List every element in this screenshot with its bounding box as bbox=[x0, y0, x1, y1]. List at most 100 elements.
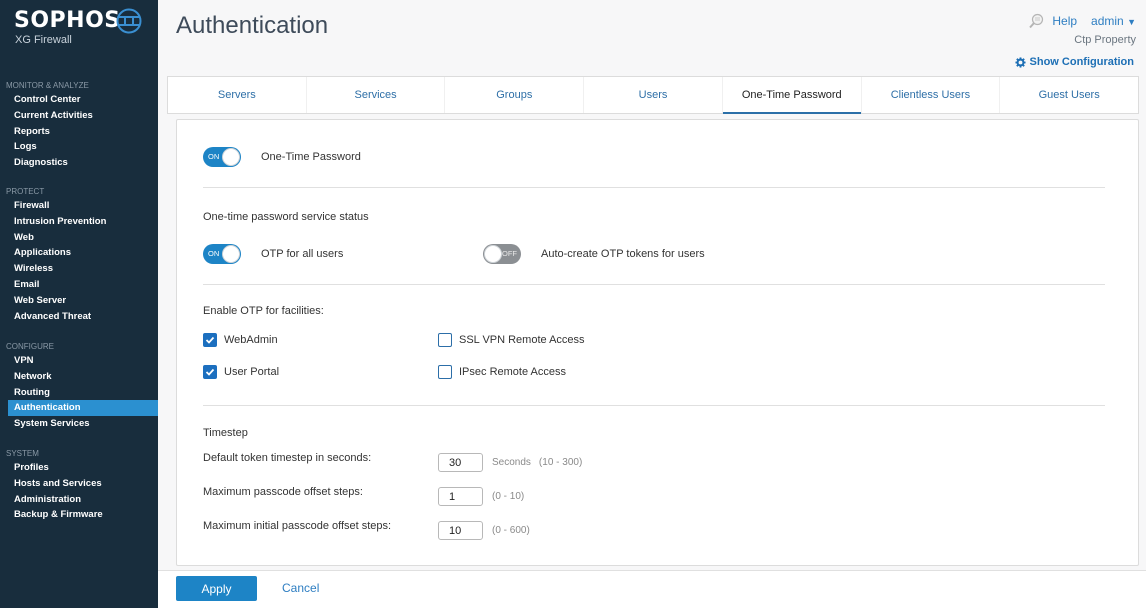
nav-section-protect: PROTECT Firewall Intrusion Prevention We… bbox=[0, 186, 158, 324]
brand-name: SOPHOS bbox=[14, 8, 121, 33]
toggle-state-label: ON bbox=[208, 249, 220, 258]
checkmark-icon bbox=[205, 368, 215, 376]
sidebar-item-vpn[interactable]: VPN bbox=[0, 353, 158, 369]
toggle-state-label: OFF bbox=[502, 249, 517, 258]
tab-services[interactable]: Services bbox=[307, 77, 446, 113]
timestep-label: Default token timestep in seconds: bbox=[203, 452, 372, 464]
nav-heading: MONITOR & ANALYZE bbox=[6, 81, 89, 90]
gear-icon bbox=[1014, 56, 1026, 68]
otp-main-label: One-Time Password bbox=[261, 151, 361, 163]
timestep-heading: Timestep bbox=[203, 427, 248, 439]
sidebar-item-intrusion-prevention[interactable]: Intrusion Prevention bbox=[0, 214, 158, 230]
nav-section-configure: CONFIGURE VPN Network Routing Authentica… bbox=[0, 341, 158, 432]
user-portal-label: User Portal bbox=[224, 366, 280, 378]
checkmark-icon bbox=[205, 336, 215, 344]
tab-groups[interactable]: Groups bbox=[445, 77, 585, 113]
sidebar-item-backup-firmware[interactable]: Backup & Firmware bbox=[0, 507, 158, 523]
tab-clientless-users[interactable]: Clientless Users bbox=[862, 77, 1001, 113]
otp-all-users-label: OTP for all users bbox=[261, 248, 344, 260]
search-help-icon[interactable] bbox=[1028, 13, 1044, 29]
offset-steps-label: Maximum passcode offset steps: bbox=[203, 486, 363, 498]
timestep-field-row: Seconds (10 - 300) bbox=[438, 453, 582, 472]
facility-ipsec: IPsec Remote Access bbox=[438, 365, 566, 379]
sidebar-item-web[interactable]: Web bbox=[0, 230, 158, 246]
offset-steps-input[interactable] bbox=[438, 487, 483, 506]
sidebar-item-administration[interactable]: Administration bbox=[0, 492, 158, 508]
nav-heading: CONFIGURE bbox=[6, 342, 54, 351]
toggle-knob bbox=[222, 245, 240, 263]
sidebar-item-hosts-and-services[interactable]: Hosts and Services bbox=[0, 476, 158, 492]
timestep-unit: Seconds bbox=[492, 457, 531, 468]
nav-section-monitor: MONITOR & ANALYZE Control Center Current… bbox=[0, 80, 158, 171]
otp-all-users-toggle[interactable]: ON bbox=[203, 244, 241, 264]
sidebar-item-authentication[interactable]: Authentication bbox=[8, 400, 158, 417]
sidebar-item-web-server[interactable]: Web Server bbox=[0, 293, 158, 309]
auto-create-label: Auto-create OTP tokens for users bbox=[541, 248, 705, 260]
facility-user-portal: User Portal bbox=[203, 365, 279, 379]
sophos-globe-icon bbox=[116, 8, 142, 34]
admin-label: admin bbox=[1091, 14, 1124, 28]
offset-steps-field-row: (0 - 10) bbox=[438, 487, 524, 506]
sidebar-item-system-services[interactable]: System Services bbox=[0, 416, 158, 432]
service-status-heading: One-time password service status bbox=[203, 211, 369, 223]
ipsec-label: IPsec Remote Access bbox=[459, 366, 566, 378]
cancel-button[interactable]: Cancel bbox=[282, 581, 319, 595]
sidebar-item-reports[interactable]: Reports bbox=[0, 124, 158, 140]
facility-ssl-vpn: SSL VPN Remote Access bbox=[438, 333, 585, 347]
toggle-state-label: ON bbox=[208, 152, 220, 161]
sidebar-item-current-activities[interactable]: Current Activities bbox=[0, 108, 158, 124]
otp-main-toggle[interactable]: ON bbox=[203, 147, 241, 167]
sidebar-item-email[interactable]: Email bbox=[0, 277, 158, 293]
chevron-down-icon: ▼ bbox=[1127, 17, 1136, 27]
header-user-area: Help admin ▼ Ctp Property bbox=[1028, 13, 1136, 46]
webadmin-label: WebAdmin bbox=[224, 334, 278, 346]
timestep-range: (10 - 300) bbox=[538, 457, 583, 468]
offset-steps-range: (0 - 10) bbox=[492, 491, 525, 502]
sidebar-item-advanced-threat[interactable]: Advanced Threat bbox=[0, 309, 158, 325]
tab-users[interactable]: Users bbox=[584, 77, 723, 113]
ssl-vpn-label: SSL VPN Remote Access bbox=[459, 334, 585, 346]
auto-create-row: OFF Auto-create OTP tokens for users bbox=[483, 244, 705, 264]
toggle-knob bbox=[222, 148, 240, 166]
sidebar-item-profiles[interactable]: Profiles bbox=[0, 460, 158, 476]
sidebar-item-firewall[interactable]: Firewall bbox=[0, 198, 158, 214]
tab-bar: Servers Services Groups Users One-Time P… bbox=[167, 76, 1139, 114]
otp-all-users-row: ON OTP for all users bbox=[203, 244, 343, 264]
page-title: Authentication bbox=[176, 12, 329, 39]
sidebar: SOPHOS XG Firewall MONITOR & ANALYZE Con… bbox=[0, 0, 158, 608]
help-link[interactable]: Help bbox=[1052, 14, 1077, 28]
initial-offset-input[interactable] bbox=[438, 521, 483, 540]
nav-section-system: SYSTEM Profiles Hosts and Services Admin… bbox=[0, 448, 158, 523]
apply-button[interactable]: Apply bbox=[176, 576, 257, 601]
initial-offset-field-row: (0 - 600) bbox=[438, 521, 530, 540]
product-name: XG Firewall bbox=[15, 34, 72, 46]
sidebar-item-control-center[interactable]: Control Center bbox=[0, 92, 158, 108]
sidebar-item-logs[interactable]: Logs bbox=[0, 139, 158, 155]
auto-create-toggle[interactable]: OFF bbox=[483, 244, 521, 264]
user-portal-checkbox[interactable] bbox=[203, 365, 217, 379]
facility-webadmin: WebAdmin bbox=[203, 333, 278, 347]
otp-main-row: ON One-Time Password bbox=[203, 147, 361, 167]
tab-servers[interactable]: Servers bbox=[168, 77, 307, 113]
tab-guest-users[interactable]: Guest Users bbox=[1000, 77, 1138, 113]
show-configuration-link[interactable]: Show Configuration bbox=[1014, 56, 1134, 68]
sidebar-item-applications[interactable]: Applications bbox=[0, 245, 158, 261]
divider bbox=[203, 405, 1105, 406]
sidebar-item-routing[interactable]: Routing bbox=[0, 385, 158, 401]
facilities-heading: Enable OTP for facilities: bbox=[203, 305, 324, 317]
divider bbox=[203, 284, 1105, 285]
ssl-vpn-checkbox[interactable] bbox=[438, 333, 452, 347]
sidebar-item-diagnostics[interactable]: Diagnostics bbox=[0, 155, 158, 171]
sidebar-item-wireless[interactable]: Wireless bbox=[0, 261, 158, 277]
webadmin-checkbox[interactable] bbox=[203, 333, 217, 347]
ipsec-checkbox[interactable] bbox=[438, 365, 452, 379]
nav-heading: PROTECT bbox=[6, 187, 45, 196]
initial-offset-label: Maximum initial passcode offset steps: bbox=[203, 520, 392, 532]
timestep-input[interactable] bbox=[438, 453, 483, 472]
admin-menu[interactable]: admin ▼ bbox=[1091, 14, 1136, 28]
sidebar-item-network[interactable]: Network bbox=[0, 369, 158, 385]
logo: SOPHOS XG Firewall bbox=[14, 8, 121, 46]
tab-one-time-password[interactable]: One-Time Password bbox=[722, 77, 862, 114]
toggle-knob bbox=[484, 245, 502, 263]
otp-settings-panel: ON One-Time Password One-time password s… bbox=[176, 119, 1139, 566]
